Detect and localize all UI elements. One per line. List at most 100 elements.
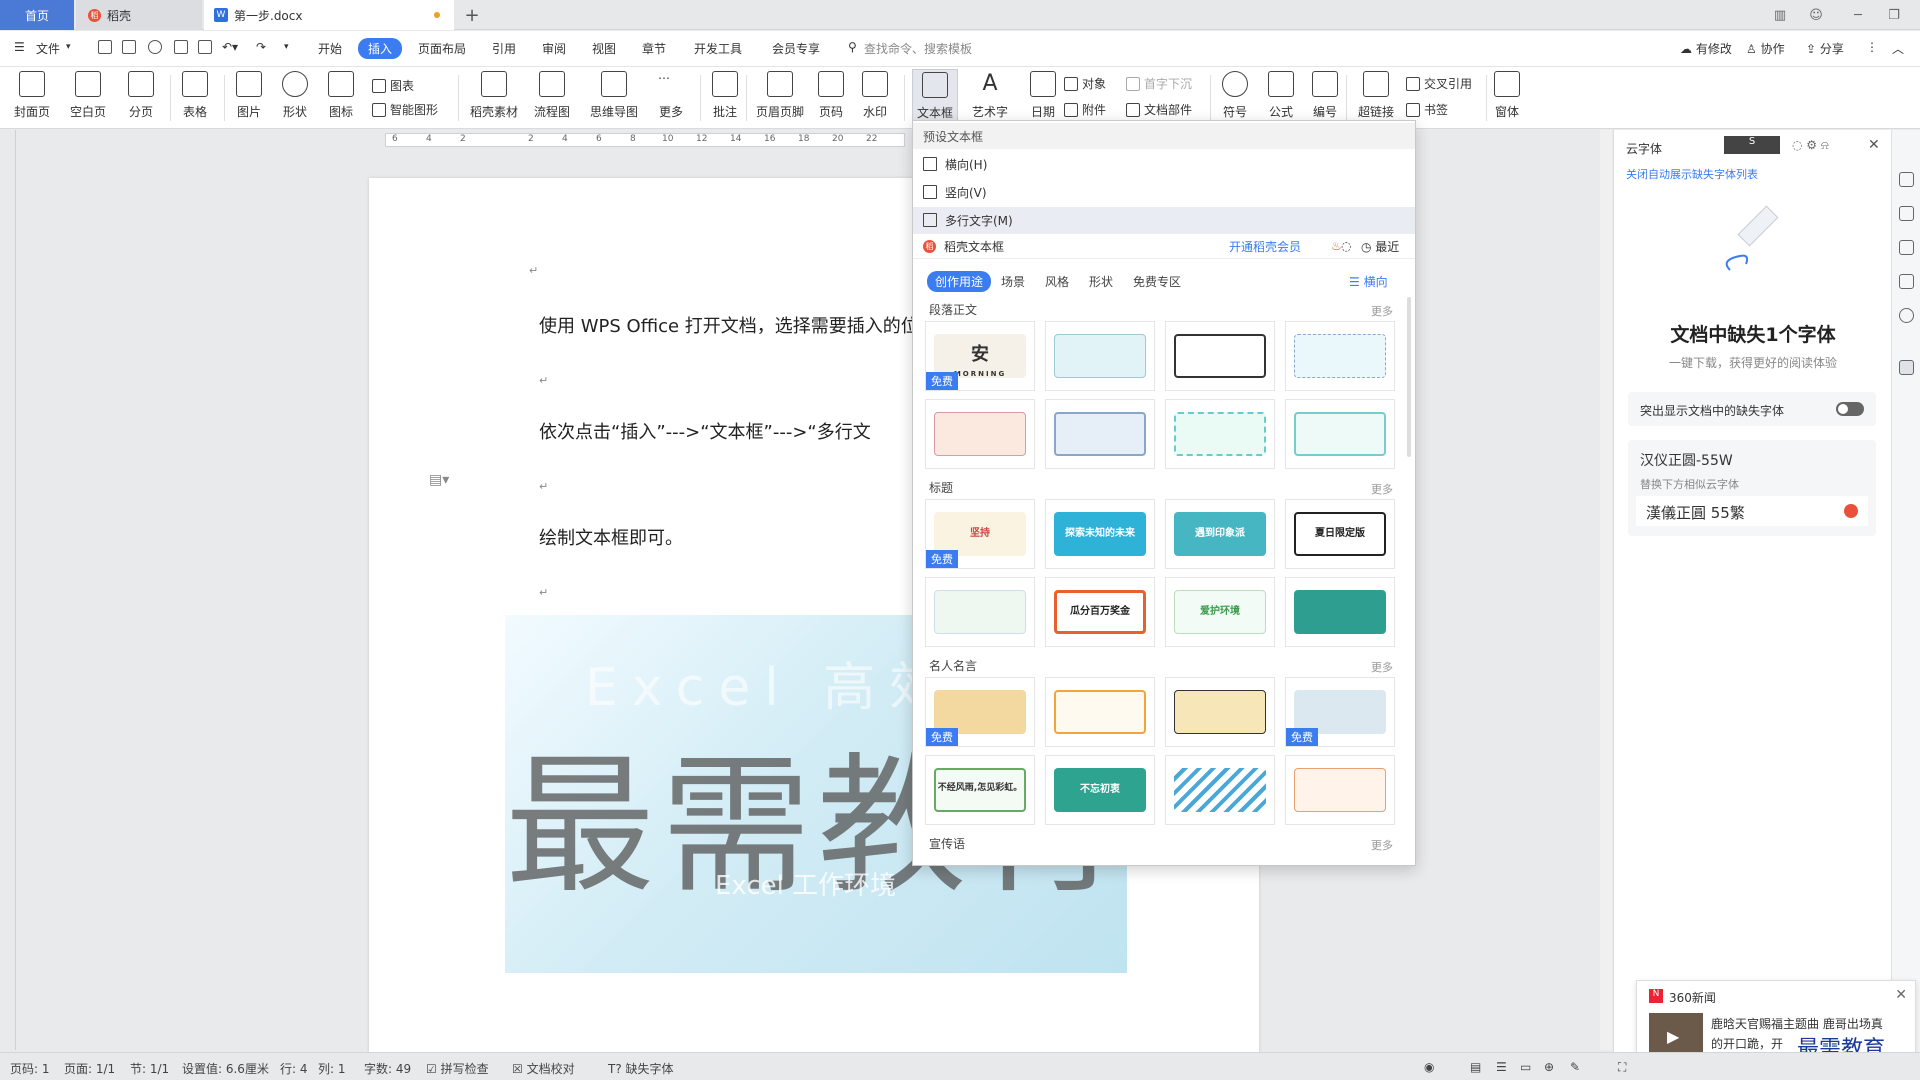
- template-card[interactable]: [1045, 677, 1155, 747]
- doc-parts-button[interactable]: 文档部件: [1126, 101, 1192, 118]
- menu-page-layout[interactable]: 页面布局: [418, 40, 466, 57]
- read-view-icon[interactable]: ▭: [1520, 1060, 1531, 1074]
- table-button[interactable]: 表格: [182, 71, 208, 120]
- formula-button[interactable]: 公式: [1268, 71, 1294, 120]
- more-button[interactable]: ⋯ 更多: [658, 71, 684, 120]
- menu-start[interactable]: 开始: [318, 40, 342, 57]
- daoke-material-button[interactable]: 稻壳素材: [470, 71, 518, 120]
- tab-home[interactable]: 首页: [0, 0, 74, 30]
- chevron-down-icon[interactable]: ▾: [66, 42, 71, 52]
- close-icon[interactable]: ✕: [1868, 137, 1880, 153]
- chat-icon[interactable]: ◌: [1341, 239, 1351, 253]
- paste-options-icon[interactable]: ▤▾: [429, 472, 449, 488]
- watermark-button[interactable]: 水印: [862, 71, 888, 120]
- collapse-ribbon-icon[interactable]: ︿: [1892, 40, 1904, 57]
- template-card[interactable]: 不经风雨,怎见彩虹。: [925, 755, 1035, 825]
- template-card[interactable]: 不忘初衷: [1045, 755, 1155, 825]
- template-card[interactable]: 夏日限定版: [1285, 499, 1395, 569]
- template-card[interactable]: [1165, 399, 1275, 469]
- template-card[interactable]: 安 MORNING 免费: [925, 321, 1035, 391]
- template-card[interactable]: 探索未知的未来: [1045, 499, 1155, 569]
- restore-button[interactable]: ❐: [1876, 0, 1912, 30]
- template-card[interactable]: [1165, 755, 1275, 825]
- page-break-button[interactable]: 分页: [128, 71, 154, 120]
- tab-document[interactable]: W 第一步.docx: [204, 0, 454, 30]
- cloud-font-title[interactable]: 云字体: [1626, 140, 1662, 157]
- more-link[interactable]: 更多: [1371, 837, 1393, 853]
- category-creative[interactable]: 创作用途: [927, 271, 992, 292]
- template-card[interactable]: [1045, 321, 1155, 391]
- settings-icon[interactable]: [1899, 274, 1914, 289]
- textbox-button[interactable]: 文本框: [912, 69, 959, 124]
- template-card[interactable]: 爱护环境: [1165, 577, 1275, 647]
- flowchart-button[interactable]: 流程图: [534, 71, 570, 120]
- horizontal-ruler[interactable]: 6 4 2 2 4 6 8 10 12 14 16 18 20 22: [385, 133, 905, 147]
- status-column[interactable]: 列: 1: [318, 1060, 346, 1077]
- status-pages[interactable]: 页面: 1/1: [64, 1060, 115, 1077]
- font-sample-button[interactable]: 漢儀正圓 55繁: [1636, 496, 1868, 526]
- template-card[interactable]: 瓜分百万奖金: [1045, 577, 1155, 647]
- vertical-textbox-option[interactable]: 竖向(V): [913, 179, 1415, 205]
- menu-view[interactable]: 视图: [592, 40, 616, 57]
- status-word-count[interactable]: 字数: 49: [364, 1060, 411, 1077]
- menu-insert[interactable]: 插入: [358, 38, 403, 59]
- template-card[interactable]: 坚持 免费: [925, 499, 1035, 569]
- more-icon[interactable]: ⋮: [1866, 40, 1878, 54]
- template-card[interactable]: 遇到印象派: [1165, 499, 1275, 569]
- smart-graphic-button[interactable]: 智能图形: [372, 101, 438, 118]
- category-shape[interactable]: 形状: [1089, 273, 1113, 290]
- print-preview-icon[interactable]: [198, 40, 212, 54]
- undo-icon[interactable]: ↶▾: [222, 40, 238, 54]
- picture-button[interactable]: 图片: [236, 71, 262, 120]
- recent-button[interactable]: ◷ 最近: [1361, 238, 1399, 255]
- share-button[interactable]: ⇪ 分享: [1806, 40, 1844, 57]
- bookmark-button[interactable]: 书签: [1406, 101, 1448, 118]
- save-icon[interactable]: [122, 40, 136, 54]
- more-link[interactable]: 更多: [1371, 659, 1393, 675]
- paragraph-3[interactable]: 绘制文本框即可。: [539, 524, 683, 550]
- status-row[interactable]: 行: 4: [280, 1060, 308, 1077]
- quick-access-chevron-icon[interactable]: ▾: [284, 42, 289, 52]
- template-card[interactable]: 免费: [925, 677, 1035, 747]
- multiline-textbox-option[interactable]: 多行文字(M): [913, 207, 1415, 233]
- blank-page-button[interactable]: 空白页: [70, 71, 106, 120]
- format-painter-icon[interactable]: [148, 40, 162, 54]
- menu-references[interactable]: 引用: [492, 40, 516, 57]
- date-button[interactable]: 日期: [1030, 71, 1056, 120]
- dropdown-scrollbar[interactable]: [1407, 297, 1411, 457]
- document-scrollbar[interactable]: [1600, 130, 1612, 1050]
- help-icon[interactable]: [1899, 308, 1914, 323]
- news-close-icon[interactable]: ✕: [1895, 987, 1907, 1003]
- category-scene[interactable]: 场景: [1001, 273, 1025, 290]
- template-card[interactable]: [1045, 399, 1155, 469]
- vertical-ruler[interactable]: [0, 130, 16, 1050]
- status-page[interactable]: 页码: 1: [10, 1060, 50, 1077]
- mindmap-button[interactable]: 思维导图: [590, 71, 638, 120]
- template-card[interactable]: [1285, 321, 1395, 391]
- edit-icon[interactable]: [1899, 206, 1914, 221]
- vip-link[interactable]: 开通稻壳会员: [1229, 238, 1301, 255]
- fit-page-icon[interactable]: ⛶: [1618, 1060, 1626, 1075]
- header-footer-button[interactable]: 页眉页脚: [756, 71, 804, 120]
- numbering-button[interactable]: 编号: [1312, 71, 1338, 120]
- menu-developer[interactable]: 开发工具: [694, 40, 742, 57]
- missing-font-button[interactable]: T? 缺失字体: [608, 1060, 674, 1077]
- hamburger-icon[interactable]: ☰: [14, 40, 25, 54]
- template-card[interactable]: [1165, 321, 1275, 391]
- menu-member[interactable]: 会员专享: [772, 40, 820, 57]
- wordart-button[interactable]: A 艺术字: [972, 71, 1008, 120]
- web-view-icon[interactable]: ⊕: [1544, 1060, 1554, 1074]
- page-number-button[interactable]: 页码: [818, 71, 844, 120]
- orientation-toggle[interactable]: ☰ 横向: [1349, 273, 1388, 290]
- menu-review[interactable]: 审阅: [542, 40, 566, 57]
- avatar[interactable]: ☺: [1798, 0, 1834, 30]
- new-doc-icon[interactable]: [98, 40, 112, 54]
- category-style[interactable]: 风格: [1045, 273, 1069, 290]
- paragraph-2[interactable]: 依次点击“插入”--->“文本框”--->“多行文: [539, 418, 871, 444]
- status-position[interactable]: 设置值: 6.6厘米: [182, 1060, 269, 1077]
- close-auto-list-link[interactable]: 关闭自动展示缺失字体列表: [1626, 166, 1758, 182]
- form-button[interactable]: 窗体: [1494, 71, 1520, 120]
- redo-icon[interactable]: ↷: [256, 40, 266, 54]
- panel-tools-icon[interactable]: ◌ ⚙ ⍾: [1792, 138, 1829, 153]
- highlight-toggle[interactable]: [1836, 402, 1864, 416]
